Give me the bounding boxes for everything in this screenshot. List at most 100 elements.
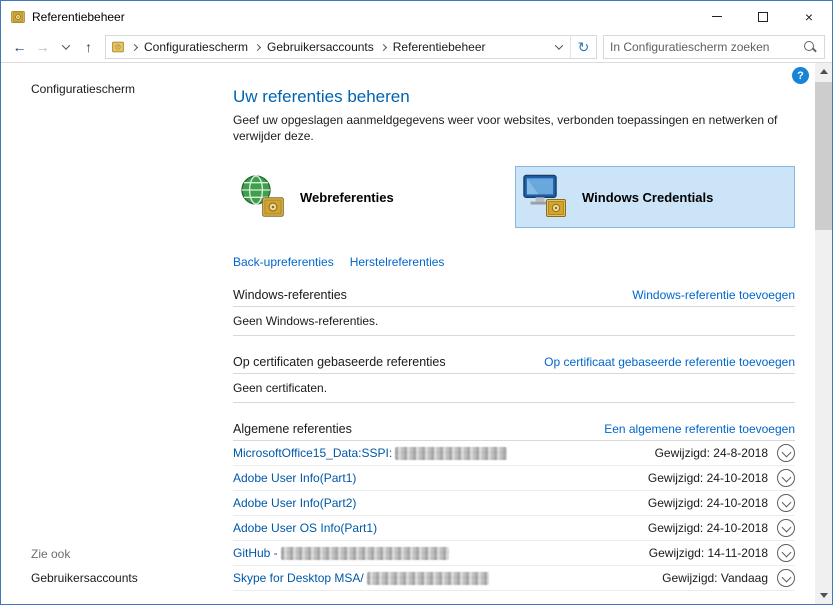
backup-credentials-link[interactable]: Back-upreferenties (233, 255, 334, 269)
expand-credential-button[interactable] (777, 569, 795, 587)
modified-label: Gewijzigd: (648, 521, 703, 535)
scroll-down-button[interactable] (815, 587, 832, 604)
credential-row: MicrosoftOffice15_Data:SSPI: Gewijzigd: … (233, 441, 795, 466)
page-description: Geef uw opgeslagen aanmeldgegevens weer … (233, 112, 793, 144)
backup-restore-links: Back-upreferenties Herstelreferenties (233, 255, 795, 269)
modified-label: Gewijzigd: (662, 571, 717, 585)
forward-button[interactable]: → (31, 35, 54, 59)
redacted-text (367, 572, 489, 585)
add-certificate-credential-link[interactable]: Op certificaat gebaseerde referentie toe… (544, 355, 795, 369)
modified-date: Gewijzigd: 14-11-2018 (649, 546, 768, 560)
modified-date: Gewijzigd: 24-10-2018 (648, 521, 768, 535)
content-area: Configuratiescherm Zie ook Gebruikersacc… (1, 63, 832, 604)
vertical-scrollbar[interactable] (815, 63, 832, 604)
credential-name-text: Adobe User Info(Part2) (233, 496, 356, 510)
maximize-icon (758, 12, 768, 22)
section-title: Algemene referenties (233, 422, 352, 436)
sidebar-item-gebruikersaccounts[interactable]: Gebruikersaccounts (31, 571, 138, 585)
credential-row: GitHub - Gewijzigd: 14-11-2018 (233, 541, 795, 566)
back-icon: ← (13, 39, 27, 55)
up-button[interactable]: ↑ (77, 35, 100, 59)
sidebar: Configuratiescherm Zie ook Gebruikersacc… (1, 63, 233, 604)
section-generic-credentials: Algemene referenties Een algemene refere… (233, 422, 795, 591)
modified-date: Gewijzigd: 24-8-2018 (655, 446, 768, 460)
windows-credentials-icon (522, 174, 570, 220)
forward-icon: → (36, 39, 50, 55)
redacted-text (395, 447, 507, 460)
help-button[interactable]: ? (792, 67, 809, 84)
minimize-button[interactable] (694, 1, 740, 32)
close-icon: × (805, 9, 813, 25)
modified-label: Gewijzigd: (648, 496, 703, 510)
breadcrumb-separator-icon (380, 43, 387, 50)
expand-credential-button[interactable] (777, 469, 795, 487)
credential-name-text: MicrosoftOffice15_Data:SSPI: (233, 446, 392, 460)
breadcrumb-item-gebruikersaccounts[interactable]: Gebruikersaccounts (267, 40, 374, 54)
empty-message: Geen Windows-referenties. (233, 307, 795, 336)
search-icon[interactable] (803, 40, 817, 54)
scroll-up-button[interactable] (815, 63, 832, 80)
close-button[interactable]: × (786, 1, 832, 32)
credential-meta: Gewijzigd: 24-10-2018 (648, 494, 795, 512)
modified-date: Gewijzigd: Vandaag (662, 571, 768, 585)
credential-name: MicrosoftOffice15_Data:SSPI: (233, 446, 507, 460)
scrollbar-thumb[interactable] (815, 82, 832, 230)
navigation-bar: ← → ↑ Configuratiescherm Gebruikersaccou… (1, 32, 832, 63)
modified-value: 24-10-2018 (707, 496, 768, 510)
credential-name-text: Adobe User OS Info(Part1) (233, 521, 377, 535)
tab-web-credentials[interactable]: Webreferenties (233, 166, 513, 228)
breadcrumb-separator-icon (131, 43, 138, 50)
credential-name: Adobe User OS Info(Part1) (233, 521, 377, 535)
expand-credential-button[interactable] (777, 494, 795, 512)
modified-value: 24-10-2018 (707, 521, 768, 535)
section-header: Windows-referenties Windows-referentie t… (233, 288, 795, 307)
add-windows-credential-link[interactable]: Windows-referentie toevoegen (632, 288, 795, 302)
refresh-button[interactable]: ↻ (570, 36, 596, 58)
address-dropdown-button[interactable] (548, 36, 570, 58)
credential-name-text: GitHub - (233, 546, 278, 560)
credential-name: GitHub - (233, 546, 449, 560)
modified-value: 24-8-2018 (713, 446, 768, 460)
credential-name: Adobe User Info(Part2) (233, 496, 356, 510)
chevron-down-icon (61, 41, 69, 49)
credential-meta: Gewijzigd: 14-11-2018 (649, 544, 795, 562)
breadcrumb: Configuratiescherm Gebruikersaccounts Re… (105, 35, 597, 59)
tab-windows-credentials[interactable]: Windows Credentials (515, 166, 795, 228)
modified-value: 14-11-2018 (708, 546, 769, 560)
titlebar: Referentiebeheer × (1, 1, 832, 32)
add-generic-credential-link[interactable]: Een algemene referentie toevoegen (604, 422, 795, 436)
chevron-down-icon (555, 41, 563, 49)
sidebar-item-configuratiescherm[interactable]: Configuratiescherm (31, 82, 135, 96)
credential-type-tabs: Webreferenties (233, 166, 795, 228)
window-controls: × (694, 1, 832, 32)
scroll-down-icon (820, 593, 828, 598)
credential-name: Skype for Desktop MSA/ (233, 571, 489, 585)
breadcrumb-item-configuratiescherm[interactable]: Configuratiescherm (144, 40, 248, 54)
tab-web-credentials-label: Webreferenties (300, 190, 394, 205)
section-windows-credentials: Windows-referenties Windows-referentie t… (233, 288, 795, 336)
page-title: Uw referenties beheren (233, 87, 795, 107)
modified-label: Gewijzigd: (648, 471, 703, 485)
credential-meta: Gewijzigd: 24-8-2018 (655, 444, 795, 462)
history-dropdown-button[interactable] (54, 35, 77, 59)
credential-row: Adobe User Info(Part2) Gewijzigd: 24-10-… (233, 491, 795, 516)
credential-manager-icon (10, 9, 26, 25)
modified-date: Gewijzigd: 24-10-2018 (648, 471, 768, 485)
restore-credentials-link[interactable]: Herstelreferenties (350, 255, 445, 269)
back-button[interactable]: ← (8, 35, 31, 59)
modified-date: Gewijzigd: 24-10-2018 (648, 496, 768, 510)
see-also-heading: Zie ook (31, 547, 70, 561)
help-icon: ? (797, 70, 804, 82)
search-input[interactable] (604, 40, 803, 54)
maximize-button[interactable] (740, 1, 786, 32)
credential-row: Adobe User Info(Part1) Gewijzigd: 24-10-… (233, 466, 795, 491)
search-box (603, 35, 825, 59)
minimize-icon (712, 16, 722, 17)
expand-credential-button[interactable] (777, 444, 795, 462)
expand-credential-button[interactable] (777, 519, 795, 537)
expand-credential-button[interactable] (777, 544, 795, 562)
modified-label: Gewijzigd: (649, 546, 704, 560)
empty-message: Geen certificaten. (233, 374, 795, 403)
section-certificate-credentials: Op certificaten gebaseerde referenties O… (233, 355, 795, 403)
breadcrumb-item-referentiebeheer[interactable]: Referentiebeheer (393, 40, 486, 54)
